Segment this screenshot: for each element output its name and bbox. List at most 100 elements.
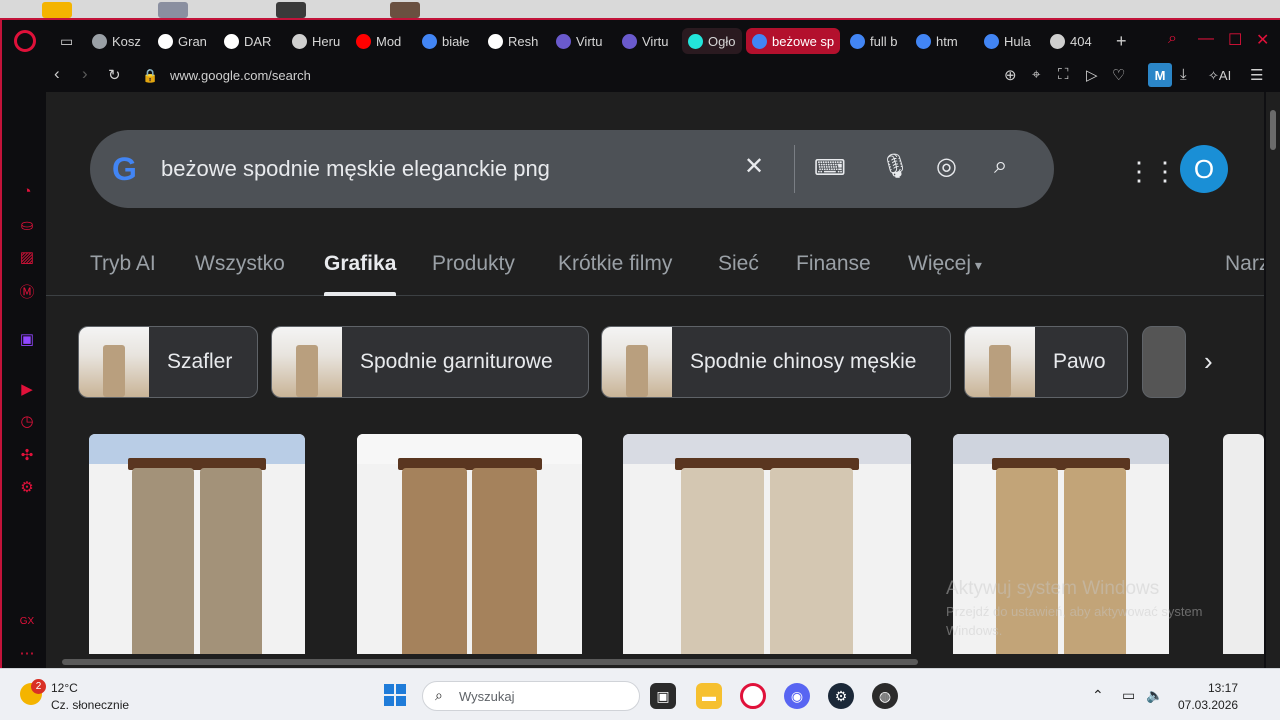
google-icon	[422, 33, 437, 49]
related-search-chip[interactable]: Spodnie garniturowe	[271, 326, 589, 398]
more-icon[interactable]: ⋯	[18, 644, 36, 662]
twitch-icon[interactable]: ▣	[18, 330, 36, 348]
browser-tab[interactable]: Virtu	[550, 28, 612, 54]
clear-icon[interactable]: ✕	[744, 152, 764, 181]
snapshot-icon[interactable]: ⛶	[1058, 66, 1069, 83]
image-result[interactable]	[89, 434, 305, 654]
image-result[interactable]	[1223, 434, 1264, 654]
desktop-app-icon[interactable]	[158, 2, 188, 18]
related-search-chip[interactable]	[1142, 326, 1186, 398]
send-icon[interactable]: ▷	[1086, 66, 1098, 84]
limiter-icon[interactable]: ▨	[18, 248, 36, 266]
file-explorer-icon[interactable]: ▬	[696, 683, 722, 709]
search-input[interactable]: beżowe spodnie męskie eleganckie png	[161, 156, 550, 182]
app-icon[interactable]: ◍	[872, 683, 898, 709]
workspace-icon[interactable]: ▭	[54, 28, 79, 54]
opera-gx-logo-icon[interactable]	[14, 30, 36, 52]
image-result[interactable]	[623, 434, 911, 654]
discord-icon[interactable]: ◉	[784, 683, 810, 709]
lock-icon[interactable]: 🔒	[142, 68, 158, 84]
extensions-icon[interactable]: ✣	[18, 446, 36, 464]
speed-dial-icon[interactable]: ◔	[18, 182, 36, 200]
clock-date[interactable]: 07.03.2026	[1178, 698, 1238, 712]
browser-tab[interactable]: Resh	[482, 28, 546, 54]
tab-wszystko[interactable]: Wszystko	[195, 252, 285, 276]
browser-tab[interactable]: Hula	[978, 28, 1040, 54]
browser-tab[interactable]: beżowe sp	[746, 28, 840, 54]
tab-więcej[interactable]: Więcej ▾	[908, 252, 982, 276]
menu-icon[interactable]: ☰	[1250, 66, 1263, 84]
google-icon	[752, 33, 767, 49]
download-icon[interactable]: ⤓	[1180, 66, 1187, 83]
browser-tab[interactable]: białe	[416, 28, 478, 54]
chevron-right-icon[interactable]: ›	[1204, 346, 1213, 377]
chip-label: Szafler	[167, 350, 233, 373]
browser-tab[interactable]: DAR	[218, 28, 282, 54]
reload-button[interactable]: ↻	[108, 66, 121, 84]
back-button[interactable]: ‹	[54, 64, 60, 84]
avatar[interactable]: O	[1180, 145, 1228, 193]
minimize-button[interactable]: —	[1198, 30, 1214, 48]
ai-button[interactable]: ✧AI	[1208, 68, 1231, 84]
opera-gx-taskbar-icon[interactable]	[740, 683, 766, 709]
pin-icon[interactable]: ⌖	[1032, 66, 1040, 83]
bag-icon[interactable]: ⛀	[18, 216, 36, 234]
history-icon[interactable]: ◷	[18, 412, 36, 430]
taskbar-search[interactable]: ⌕ Wyszukaj	[422, 681, 640, 711]
volume-icon[interactable]: 🔈	[1146, 687, 1163, 704]
bookmark-heart-icon[interactable]: ♡	[1112, 66, 1125, 84]
keyboard-icon[interactable]: ⌨	[814, 155, 846, 181]
tab-tryb-ai[interactable]: Tryb AI	[90, 252, 156, 276]
browser-tab[interactable]: Heru	[286, 28, 346, 54]
tray-chevron-up-icon[interactable]: ⌃	[1092, 687, 1104, 704]
weather-condition[interactable]: Cz. słonecznie	[51, 698, 129, 712]
browser-tab[interactable]: htm	[910, 28, 974, 54]
browser-tab[interactable]: Gran	[152, 28, 214, 54]
new-tab-button[interactable]: +	[1110, 28, 1133, 54]
forward-button[interactable]: ›	[82, 64, 88, 84]
search-tabs-icon[interactable]: ⌕	[1168, 30, 1177, 48]
network-icon[interactable]: ▭	[1122, 687, 1135, 704]
settings-gear-icon[interactable]: ⚙	[18, 478, 36, 496]
lens-camera-icon[interactable]: ◎	[936, 152, 957, 181]
related-search-chip[interactable]: Szafler	[78, 326, 258, 398]
weather-temperature[interactable]: 12°C	[51, 681, 78, 695]
windows-start-icon[interactable]	[384, 684, 406, 706]
messenger-icon[interactable]: Ⓜ	[18, 282, 36, 301]
browser-tab[interactable]: full b	[844, 28, 906, 54]
microphone-icon[interactable]: 🎙	[880, 152, 910, 181]
tab-finanse[interactable]: Finanse	[796, 252, 871, 276]
desktop-app-icon[interactable]	[390, 2, 420, 18]
tab-sieć[interactable]: Sieć	[718, 252, 759, 276]
player-icon[interactable]: ▶	[18, 380, 36, 398]
browser-tab[interactable]: Mod	[350, 28, 412, 54]
tab-produkty[interactable]: Produkty	[432, 252, 515, 276]
browser-tab[interactable]: Ogło	[682, 28, 742, 54]
gx-icon[interactable]: GX	[18, 612, 36, 630]
desktop-app-icon[interactable]	[42, 2, 72, 18]
search-icon[interactable]: ⌕	[994, 152, 1007, 180]
browser-tab[interactable]: Kosz	[86, 28, 146, 54]
tab-label: Heru	[312, 33, 341, 49]
related-search-chip[interactable]: Pawo	[964, 326, 1128, 398]
image-result[interactable]	[357, 434, 582, 654]
browser-tab[interactable]: Virtu	[616, 28, 678, 54]
desktop-app-icon[interactable]	[276, 2, 306, 18]
tab-grafika[interactable]: Grafika	[324, 252, 396, 276]
extension-m-button[interactable]: M	[1148, 63, 1172, 87]
related-search-chip[interactable]: Spodnie chinosy męskie	[601, 326, 951, 398]
task-view-icon[interactable]: ▣	[650, 683, 676, 709]
tab-krótkie-filmy[interactable]: Krótkie filmy	[558, 252, 672, 276]
maximize-button[interactable]: ☐	[1228, 30, 1242, 50]
vertical-scrollbar[interactable]	[1266, 92, 1280, 670]
browser-tab[interactable]: 404	[1044, 28, 1098, 54]
url-field[interactable]: www.google.com/search	[170, 68, 311, 83]
tab-narz[interactable]: Narz	[1225, 252, 1264, 276]
zoom-icon[interactable]: ⊕	[1004, 66, 1017, 84]
close-button[interactable]: ✕	[1256, 30, 1269, 50]
clock-time[interactable]: 13:17	[1208, 681, 1238, 695]
search-box[interactable]: G beżowe spodnie męskie eleganckie png ✕…	[90, 130, 1054, 208]
steam-icon[interactable]: ⚙	[828, 683, 854, 709]
chip-thumbnail	[965, 327, 1035, 397]
horizontal-scrollbar[interactable]	[46, 656, 1264, 668]
